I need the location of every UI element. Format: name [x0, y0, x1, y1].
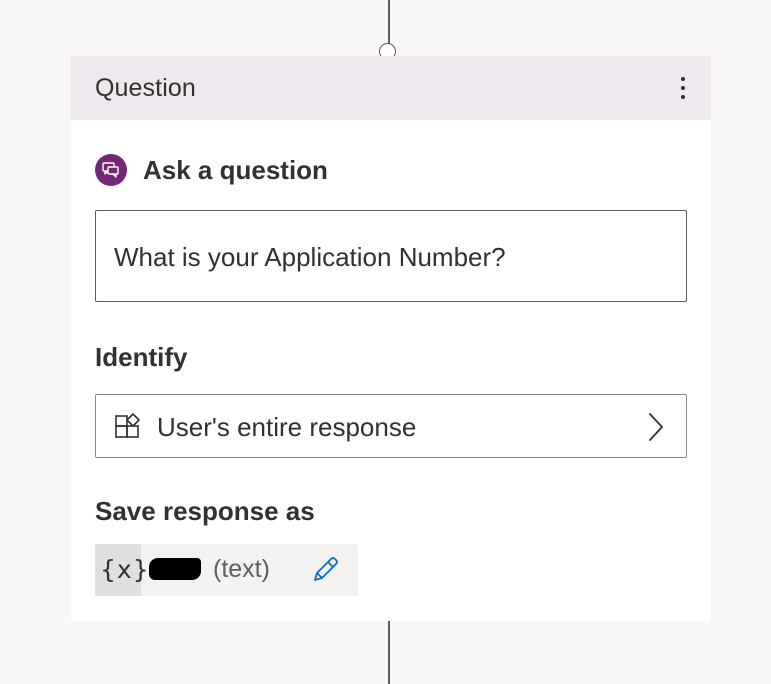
- more-vertical-icon: [681, 77, 685, 81]
- question-node-card[interactable]: Question Ask a question What is your App…: [71, 56, 711, 621]
- variable-type: (text): [213, 555, 270, 583]
- more-vertical-icon-dot: [681, 95, 685, 99]
- question-text-value[interactable]: What is your Application Number?: [114, 242, 506, 273]
- more-vertical-icon-dot: [681, 86, 685, 90]
- more-options-button[interactable]: [669, 70, 697, 106]
- connector-line-top: [388, 0, 390, 44]
- entity-shapes-icon: [114, 412, 142, 445]
- variable-pill[interactable]: {x} (text): [95, 544, 358, 596]
- ask-question-label: Ask a question: [143, 155, 328, 185]
- card-header: Question: [71, 56, 711, 120]
- variable-icon-text: {x}: [100, 555, 150, 584]
- variable-name-redacted: [149, 558, 201, 580]
- chat-bubbles-icon: [95, 154, 127, 186]
- question-text-input[interactable]: What is your Application Number?: [95, 210, 687, 302]
- identify-entity-selector[interactable]: User's entire response: [95, 394, 687, 458]
- save-response-label: Save response as: [95, 496, 315, 526]
- identify-selected-value: User's entire response: [157, 412, 417, 442]
- chevron-right-icon: [646, 412, 666, 447]
- card-title: Question: [95, 74, 196, 102]
- variable-icon: {x}: [95, 544, 149, 596]
- connector-line-bottom: [388, 621, 390, 684]
- identify-label: Identify: [95, 342, 188, 372]
- pencil-icon[interactable]: [310, 555, 340, 590]
